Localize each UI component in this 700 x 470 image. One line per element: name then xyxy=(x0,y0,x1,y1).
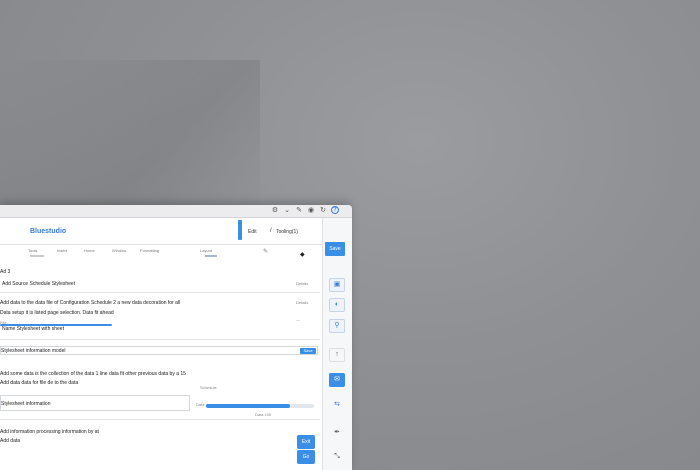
section-heading: Ad 3 xyxy=(0,269,11,275)
app-window: ⚙ ⌄ ✎ ◉ ↻ ? Bluestudio Edit / Tooling(1)… xyxy=(0,205,352,470)
app-title: Bluestudio xyxy=(30,228,67,235)
divider xyxy=(0,339,320,340)
circle-icon[interactable]: ◐ xyxy=(329,298,345,312)
tool-tools[interactable]: Tools xyxy=(28,248,37,253)
stylesheet-info-field[interactable]: Stylesheet information xyxy=(0,395,190,411)
settings-icon[interactable]: ⚙ xyxy=(271,207,279,215)
footer-line: Add information processing information b… xyxy=(0,429,99,435)
content-line: Add Source Schedule Stylesheet xyxy=(2,281,76,287)
pen-icon[interactable]: ✒ xyxy=(329,426,345,440)
content-note[interactable]: Details xyxy=(296,281,308,286)
desktop-background xyxy=(0,60,260,220)
progress-bar xyxy=(206,404,314,408)
field-save-button[interactable]: Save xyxy=(300,348,316,354)
header-edit-label[interactable]: Edit xyxy=(248,229,257,235)
image-icon[interactable]: ▣ xyxy=(329,278,345,292)
eye-icon[interactable]: ◉ xyxy=(307,207,315,215)
progress-note: Data 100 xyxy=(255,412,272,417)
go-button[interactable]: Go xyxy=(297,450,315,464)
progress-label: Data xyxy=(196,402,205,407)
brush-icon[interactable]: ✎ xyxy=(263,249,269,255)
help-icon[interactable]: ? xyxy=(331,206,339,214)
save-button[interactable]: Save xyxy=(325,242,345,256)
pencil-icon[interactable]: ✎ xyxy=(295,207,303,215)
content-note: Schedule xyxy=(200,385,217,390)
tool-insert[interactable]: Insert xyxy=(57,248,67,253)
tool-underline xyxy=(205,255,217,257)
tool-layout[interactable]: Layout xyxy=(200,248,212,253)
right-sidebar: Save ▣ ◐ ⚲ ↑ ✉ ⇆ ✒ ⤡ xyxy=(322,218,352,470)
content-line: Add data to the data file of Configurati… xyxy=(0,300,181,306)
refresh-icon[interactable]: ↻ xyxy=(319,207,327,215)
content-line: Add some data is the collection of the d… xyxy=(0,371,186,377)
tool-window[interactable]: Window xyxy=(112,248,126,253)
content-line: Data setup it is listed page selection. … xyxy=(0,310,114,316)
comment-icon[interactable]: ✉ xyxy=(329,373,345,387)
content-line: Name Stylesheet with sheet xyxy=(2,326,64,332)
tool-formatting[interactable]: Formatting xyxy=(140,248,159,253)
chevron-down-icon[interactable]: ⌄ xyxy=(283,207,291,215)
stylesheet-field[interactable]: Stylesheet information model Save xyxy=(0,346,318,355)
content-note[interactable]: Details xyxy=(296,300,308,305)
header-tooling-label[interactable]: Tooling(1) xyxy=(276,229,298,235)
document-header: Bluestudio Edit / Tooling(1) xyxy=(0,218,322,245)
field-label: Stylesheet information model xyxy=(1,348,66,354)
share-icon[interactable]: ⇆ xyxy=(329,398,345,412)
divider xyxy=(0,292,320,293)
content-line: Add data data for file de to the data xyxy=(0,380,79,386)
header-slash-icon: / xyxy=(270,228,272,234)
window-titlebar: ⚙ ⌄ ✎ ◉ ↻ ? xyxy=(0,205,352,218)
exit-button[interactable]: Exit xyxy=(297,435,315,449)
upload-icon[interactable]: ↑ xyxy=(329,348,345,362)
active-tab-indicator xyxy=(238,220,242,240)
content-note: — xyxy=(296,317,300,322)
eraser-icon[interactable]: ◆ xyxy=(300,252,306,258)
field-label: Stylesheet information xyxy=(1,401,51,407)
progress-fill xyxy=(206,404,291,408)
link-icon[interactable]: ⚲ xyxy=(329,319,345,333)
divider xyxy=(0,419,320,420)
tool-home[interactable]: Home xyxy=(84,248,95,253)
resize-icon[interactable]: ⤡ xyxy=(329,450,345,464)
tool-underline xyxy=(30,255,44,257)
ribbon-toolbar: Tools Insert Home Window Formatting Layo… xyxy=(0,245,322,263)
footer-line: Add data xyxy=(0,438,21,444)
